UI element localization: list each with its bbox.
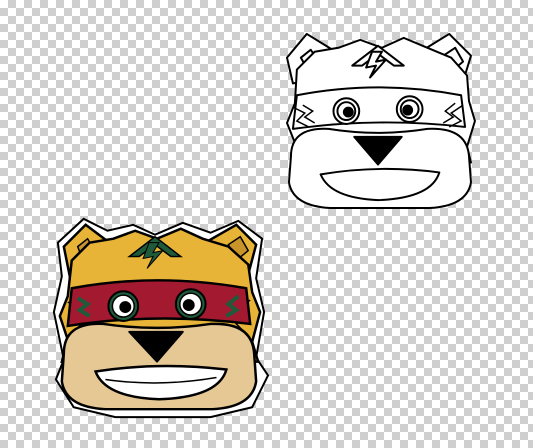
left-eye — [107, 290, 140, 322]
headband — [66, 279, 252, 328]
bear-head-outline-illustration — [286, 32, 476, 210]
bear-head-color-illustration — [52, 217, 270, 419]
outline-headband — [291, 86, 467, 130]
outline-right-pupil — [402, 104, 414, 116]
transparent-canvas — [0, 0, 533, 448]
right-eye — [174, 288, 207, 320]
outline-left-pupil — [342, 106, 354, 118]
